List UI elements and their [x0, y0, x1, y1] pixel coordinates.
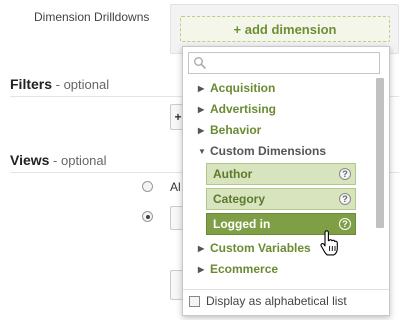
dropdown-scrollbar-thumb[interactable] [376, 78, 384, 228]
triangle-right-icon: ▶ [198, 243, 205, 253]
dimension-item-label: Category [213, 192, 266, 206]
category-ecommerce[interactable]: ▶ Ecommerce [198, 260, 278, 278]
category-behavior[interactable]: ▶ Behavior [198, 121, 261, 139]
category-label: Custom Variables [210, 241, 311, 255]
search-icon [194, 57, 206, 69]
dimension-item-label: Logged in [213, 217, 271, 231]
views-optional-label: - optional [49, 153, 107, 168]
views-radio-selected[interactable] [142, 211, 153, 222]
add-dimension-button[interactable]: + add dimension [180, 16, 390, 42]
views-heading: Views - optional [10, 152, 107, 168]
category-acquisition[interactable]: ▶ Acquisition [198, 79, 275, 97]
filters-heading: Filters - optional [10, 76, 109, 92]
triangle-right-icon: ▶ [198, 83, 205, 93]
category-advertising[interactable]: ▶ Advertising [198, 100, 276, 118]
category-label: Behavior [210, 123, 262, 137]
views-radio-all[interactable] [142, 181, 153, 192]
filters-optional-label: - optional [52, 77, 110, 92]
hand-pointer-icon [320, 230, 338, 256]
dimension-search-input[interactable] [207, 55, 375, 71]
alphabetical-list-label: Display as alphabetical list [206, 294, 347, 308]
dimension-item-label: Author [213, 167, 253, 181]
dimension-drilldowns-label: Dimension Drilldowns [34, 10, 150, 24]
triangle-right-icon: ▶ [198, 264, 205, 274]
question-circle-icon[interactable]: ? [339, 193, 351, 205]
category-label: Ecommerce [210, 262, 279, 276]
category-custom-variables[interactable]: ▶ Custom Variables [198, 239, 311, 257]
category-label: Acquisition [210, 81, 276, 95]
filters-title: Filters [10, 76, 53, 92]
category-label: Advertising [210, 102, 277, 116]
views-radio-all-label: Al [170, 180, 181, 194]
triangle-right-icon: ▶ [198, 104, 205, 114]
triangle-right-icon: ▶ [198, 125, 205, 135]
question-circle-icon[interactable]: ? [339, 168, 351, 180]
dimension-item-category[interactable]: Category ? [206, 188, 356, 210]
question-circle-icon[interactable]: ? [339, 218, 351, 230]
dimension-item-author[interactable]: Author ? [206, 163, 356, 185]
dimension-search-box[interactable] [188, 52, 380, 74]
alphabetical-list-checkbox[interactable] [189, 296, 200, 307]
dropdown-footer-divider [183, 289, 389, 290]
views-title: Views [10, 152, 50, 168]
category-label: Custom Dimensions [210, 144, 327, 158]
category-custom-dimensions[interactable]: ▼ Custom Dimensions [198, 142, 326, 160]
triangle-down-icon: ▼ [198, 146, 206, 156]
